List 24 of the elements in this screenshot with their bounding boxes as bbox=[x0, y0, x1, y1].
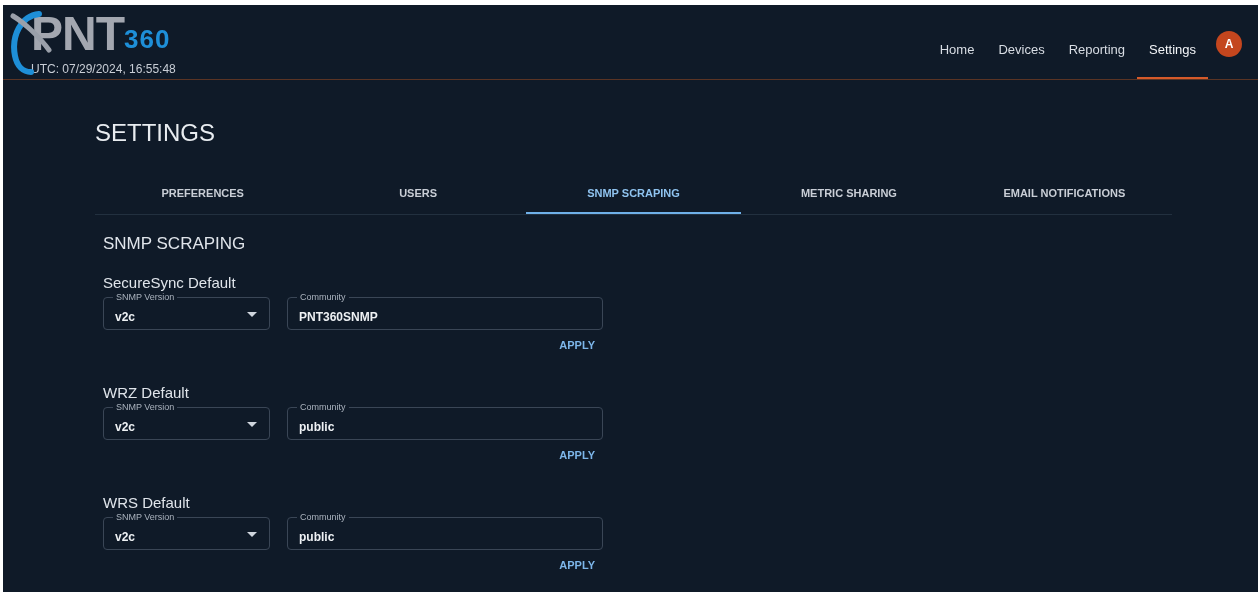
caret-icon bbox=[247, 421, 257, 428]
nav-link[interactable]: Devices bbox=[986, 4, 1057, 79]
settings-tab[interactable]: SNMP SCRAPING bbox=[525, 174, 742, 214]
settings-tab[interactable]: EMAIL NOTIFICATIONS bbox=[956, 174, 1173, 214]
nav-link[interactable]: Reporting bbox=[1056, 4, 1137, 79]
logo-text: PNT bbox=[31, 8, 124, 60]
nav-link[interactable]: Home bbox=[927, 4, 987, 79]
settings-tab[interactable]: METRIC SHARING bbox=[741, 174, 957, 214]
group-title: WRS Default bbox=[103, 494, 191, 512]
settings-tab[interactable]: USERS bbox=[310, 174, 526, 214]
logo-number: 360 bbox=[124, 24, 171, 54]
page-title: SETTINGS bbox=[95, 118, 216, 148]
caret-icon bbox=[247, 531, 257, 538]
apply-button[interactable]: APPLY bbox=[557, 446, 597, 464]
caret-icon bbox=[247, 311, 257, 318]
utc-clock: UTC: 07/29/2024, 16:55:48 bbox=[31, 62, 176, 76]
nav-link[interactable]: Settings bbox=[1137, 4, 1208, 79]
group-title: WRZ Default bbox=[103, 384, 190, 402]
group-title: SecureSync Default bbox=[103, 274, 237, 292]
section-title: SNMP SCRAPING bbox=[103, 234, 247, 254]
apply-button[interactable]: APPLY bbox=[557, 556, 597, 574]
user-avatar[interactable]: A bbox=[1216, 30, 1242, 57]
settings-tab[interactable]: PREFERENCES bbox=[95, 174, 311, 214]
apply-button[interactable]: APPLY bbox=[557, 336, 597, 354]
